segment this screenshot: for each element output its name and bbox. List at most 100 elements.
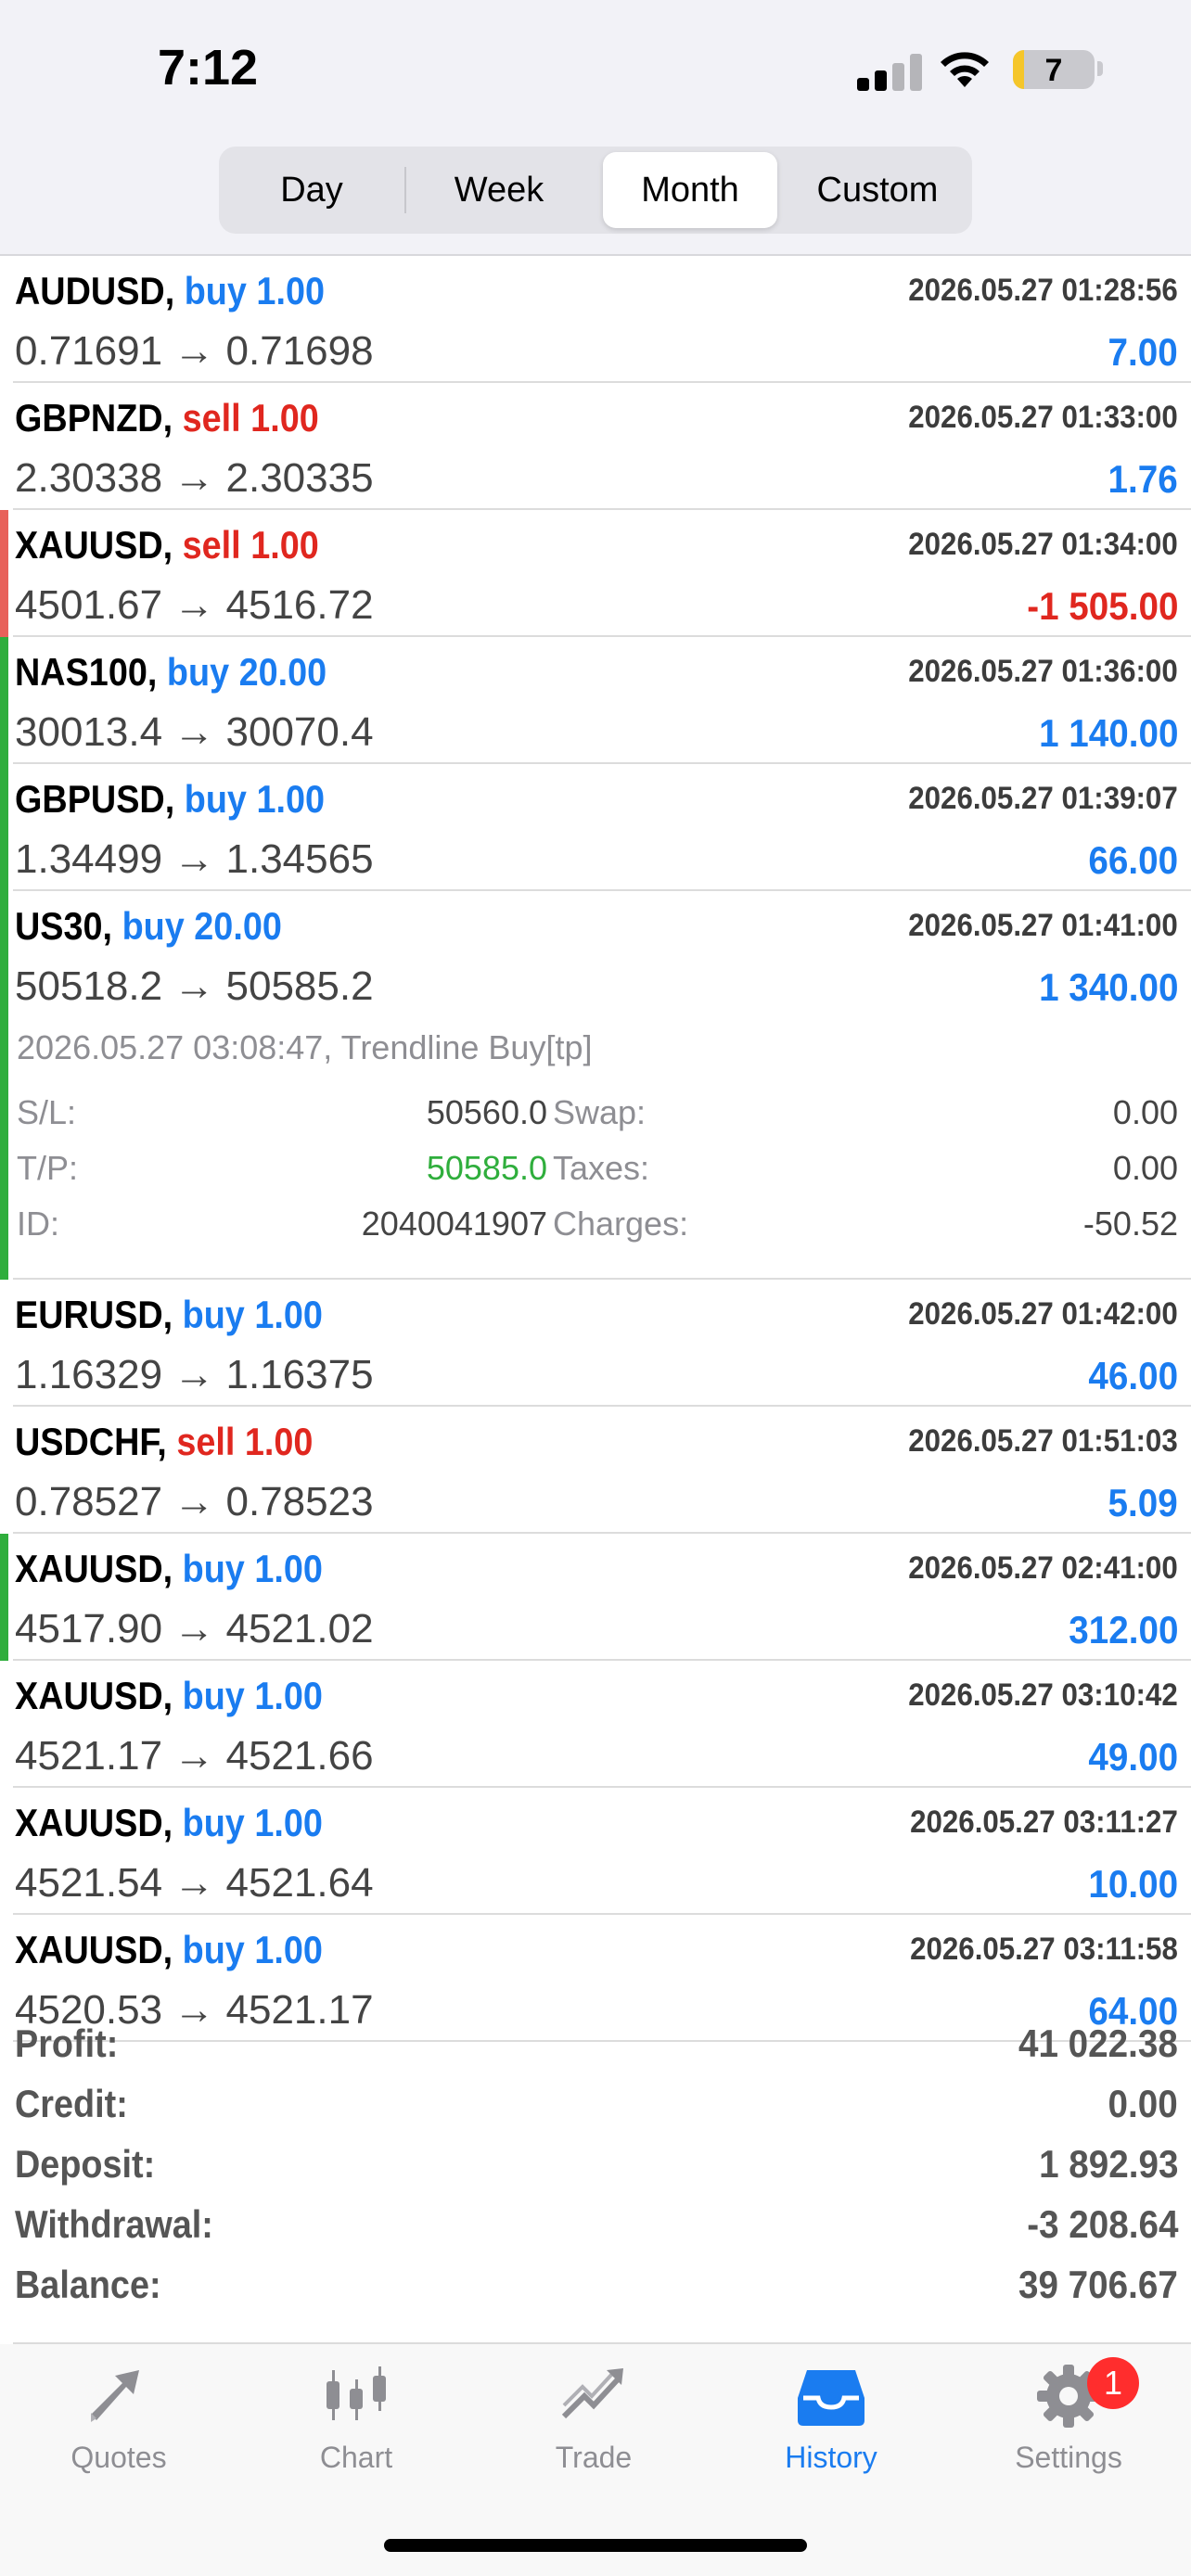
trade-profit: 1 140.00 — [1038, 711, 1178, 755]
taxes-value: 0.00 — [1112, 1149, 1178, 1187]
taxes-label: Taxes: — [553, 1149, 650, 1187]
trade-side: buy 1.00 — [184, 269, 325, 312]
id-label: ID: — [17, 1205, 60, 1243]
trade-time: 2026.05.27 01:41:00 — [908, 908, 1178, 943]
tab-label: Chart — [319, 2441, 393, 2474]
account-summary: Profit: 41 022.38 Credit: 0.00 Deposit: 1 … — [13, 2012, 1178, 2314]
trade-prices: 1.34499 → 1.34565 — [15, 836, 374, 882]
summary-row: Withdrawal: -3 208.64 — [13, 2193, 1178, 2253]
result-bar — [0, 891, 8, 1280]
trade-time: 2026.05.27 01:51:03 — [908, 1423, 1178, 1459]
trade-profit: 1.76 — [1108, 457, 1178, 501]
trade-side: buy 1.00 — [182, 1928, 323, 1971]
trade-time: 2026.05.27 03:11:58 — [910, 1932, 1178, 1967]
summary-value: 39 706.67 — [1018, 2263, 1178, 2306]
trade-time: 2026.05.27 01:39:07 — [908, 781, 1178, 816]
trade-side: buy 1.00 — [182, 1293, 323, 1336]
trade-profit: 312.00 — [1068, 1608, 1178, 1651]
tab-quotes[interactable]: Quotes — [0, 2357, 237, 2496]
summary-value: 1 892.93 — [1038, 2142, 1178, 2186]
trade-row[interactable]: USDCHF, sell 1.00 2026.05.27 01:51:03 0.… — [13, 1407, 1191, 1534]
trade-profit: 46.00 — [1088, 1354, 1178, 1397]
tab-trade[interactable]: Trade — [475, 2357, 712, 2496]
trade-symbol: XAUUSD, buy 1.00 — [15, 1547, 323, 1590]
tab-label: Quotes — [70, 2441, 167, 2474]
trade-profit: 5.09 — [1108, 1481, 1178, 1524]
chart-icon — [327, 2366, 386, 2420]
summary-row: Balance: 39 706.67 — [13, 2253, 1178, 2314]
swap-label: Swap: — [553, 1093, 647, 1131]
charges-label: Charges: — [553, 1205, 689, 1243]
period-segmented-control: Day Week Month Custom — [219, 147, 972, 234]
trade-time: 2026.05.27 01:28:56 — [908, 273, 1178, 308]
trade-side: buy 20.00 — [122, 904, 282, 948]
id-value: 2040041907 — [361, 1205, 547, 1243]
trade-prices: 50518.2 → 50585.2 — [15, 963, 374, 1009]
trade-symbol: US30, buy 20.00 — [15, 904, 282, 948]
tp-value: 50585.0 — [426, 1149, 547, 1187]
tab-chart[interactable]: Chart — [237, 2357, 475, 2496]
trade-row[interactable]: GBPNZD, sell 1.00 2026.05.27 01:33:00 2.… — [13, 383, 1191, 510]
tab-settings[interactable]: Settings 1 — [950, 2357, 1187, 2496]
tab-label: Settings — [1015, 2441, 1122, 2474]
trade-side: buy 1.00 — [182, 1801, 323, 1844]
trade-symbol: GBPUSD, buy 1.00 — [15, 777, 326, 821]
period-selector-bar: Day Week Month Custom — [0, 139, 1191, 256]
segment-day[interactable]: Day — [224, 152, 399, 228]
trade-row[interactable]: GBPUSD, buy 1.00 2026.05.27 01:39:07 1.3… — [0, 764, 1191, 891]
trade-prices: 1.16329 → 1.16375 — [15, 1352, 374, 1397]
trade-row[interactable]: XAUUSD, buy 1.00 2026.05.27 03:10:42 452… — [13, 1661, 1191, 1788]
trade-prices: 4501.67 → 4516.72 — [15, 582, 374, 628]
trade-prices: 4521.54 → 4521.64 — [15, 1860, 374, 1906]
trade-time: 2026.05.27 03:10:42 — [908, 1677, 1178, 1713]
result-bar — [0, 510, 8, 637]
status-time: 7:12 — [158, 40, 259, 96]
tab-label: Trade — [555, 2441, 633, 2474]
trade-prices: 4521.17 → 4521.66 — [15, 1733, 374, 1779]
trade-row[interactable]: EURUSD, buy 1.00 2026.05.27 01:42:00 1.1… — [13, 1280, 1191, 1407]
trade-time: 2026.05.27 01:34:00 — [908, 527, 1178, 562]
summary-label: Profit: — [15, 2021, 119, 2065]
trade-time: 2026.05.27 01:33:00 — [908, 400, 1178, 435]
trade-row[interactable]: XAUUSD, buy 1.00 2026.05.27 02:41:00 451… — [0, 1534, 1191, 1661]
trade-time: 2026.05.27 01:42:00 — [908, 1296, 1178, 1332]
tab-history[interactable]: History — [712, 2357, 950, 2496]
notification-badge: 1 — [1087, 2357, 1139, 2409]
charges-value: -50.52 — [1082, 1205, 1178, 1243]
trade-row[interactable]: AUDUSD, buy 1.00 2026.05.27 01:28:56 0.7… — [13, 256, 1191, 383]
trade-row[interactable]: XAUUSD, buy 1.00 2026.05.27 03:11:27 452… — [13, 1788, 1191, 1915]
trade-prices: 30013.4 → 30070.4 — [15, 709, 374, 755]
segment-custom[interactable]: Custom — [790, 152, 965, 228]
summary-value: -3 208.64 — [1026, 2202, 1178, 2246]
trade-symbol: NAS100, buy 20.00 — [15, 650, 327, 694]
history-icon — [798, 2370, 864, 2426]
trade-symbol: AUDUSD, buy 1.00 — [15, 269, 325, 312]
trade-symbol: EURUSD, buy 1.00 — [15, 1293, 323, 1336]
trade-comment: 2026.05.27 03:08:47, Trendline Buy[tp] — [17, 1028, 593, 1066]
segment-week[interactable]: Week — [412, 152, 586, 228]
trade-side: buy 1.00 — [182, 1674, 323, 1717]
trade-profit: 66.00 — [1088, 838, 1178, 882]
battery-tip — [1097, 61, 1103, 76]
summary-label: Credit: — [15, 2082, 128, 2125]
segment-month[interactable]: Month — [603, 152, 777, 228]
cellular-signal-icon — [857, 54, 922, 91]
trade-time: 2026.05.27 03:11:27 — [910, 1804, 1178, 1840]
trade-symbol: GBPNZD, sell 1.00 — [15, 396, 319, 440]
segment-divider — [404, 167, 406, 213]
battery-icon: 7 — [1013, 50, 1095, 89]
trade-row[interactable]: XAUUSD, sell 1.00 2026.05.27 01:34:00 45… — [0, 510, 1191, 637]
trade-side: sell 1.00 — [182, 523, 319, 567]
trade-prices: 2.30338 → 2.30335 — [15, 455, 374, 501]
result-bar — [0, 637, 8, 764]
summary-row: Profit: 41 022.38 — [13, 2012, 1178, 2072]
trade-side: sell 1.00 — [182, 396, 319, 440]
battery-level: 7 — [1044, 53, 1063, 88]
trade-row[interactable]: NAS100, buy 20.00 2026.05.27 01:36:00 30… — [0, 637, 1191, 764]
trade-profit: -1 505.00 — [1026, 584, 1178, 628]
result-bar — [0, 1534, 8, 1661]
summary-value: 0.00 — [1108, 2082, 1178, 2125]
trade-row[interactable]: US30, buy 20.00 2026.05.27 01:41:00 5051… — [0, 891, 1191, 1280]
home-indicator[interactable] — [384, 2539, 807, 2552]
swap-value: 0.00 — [1112, 1093, 1178, 1131]
